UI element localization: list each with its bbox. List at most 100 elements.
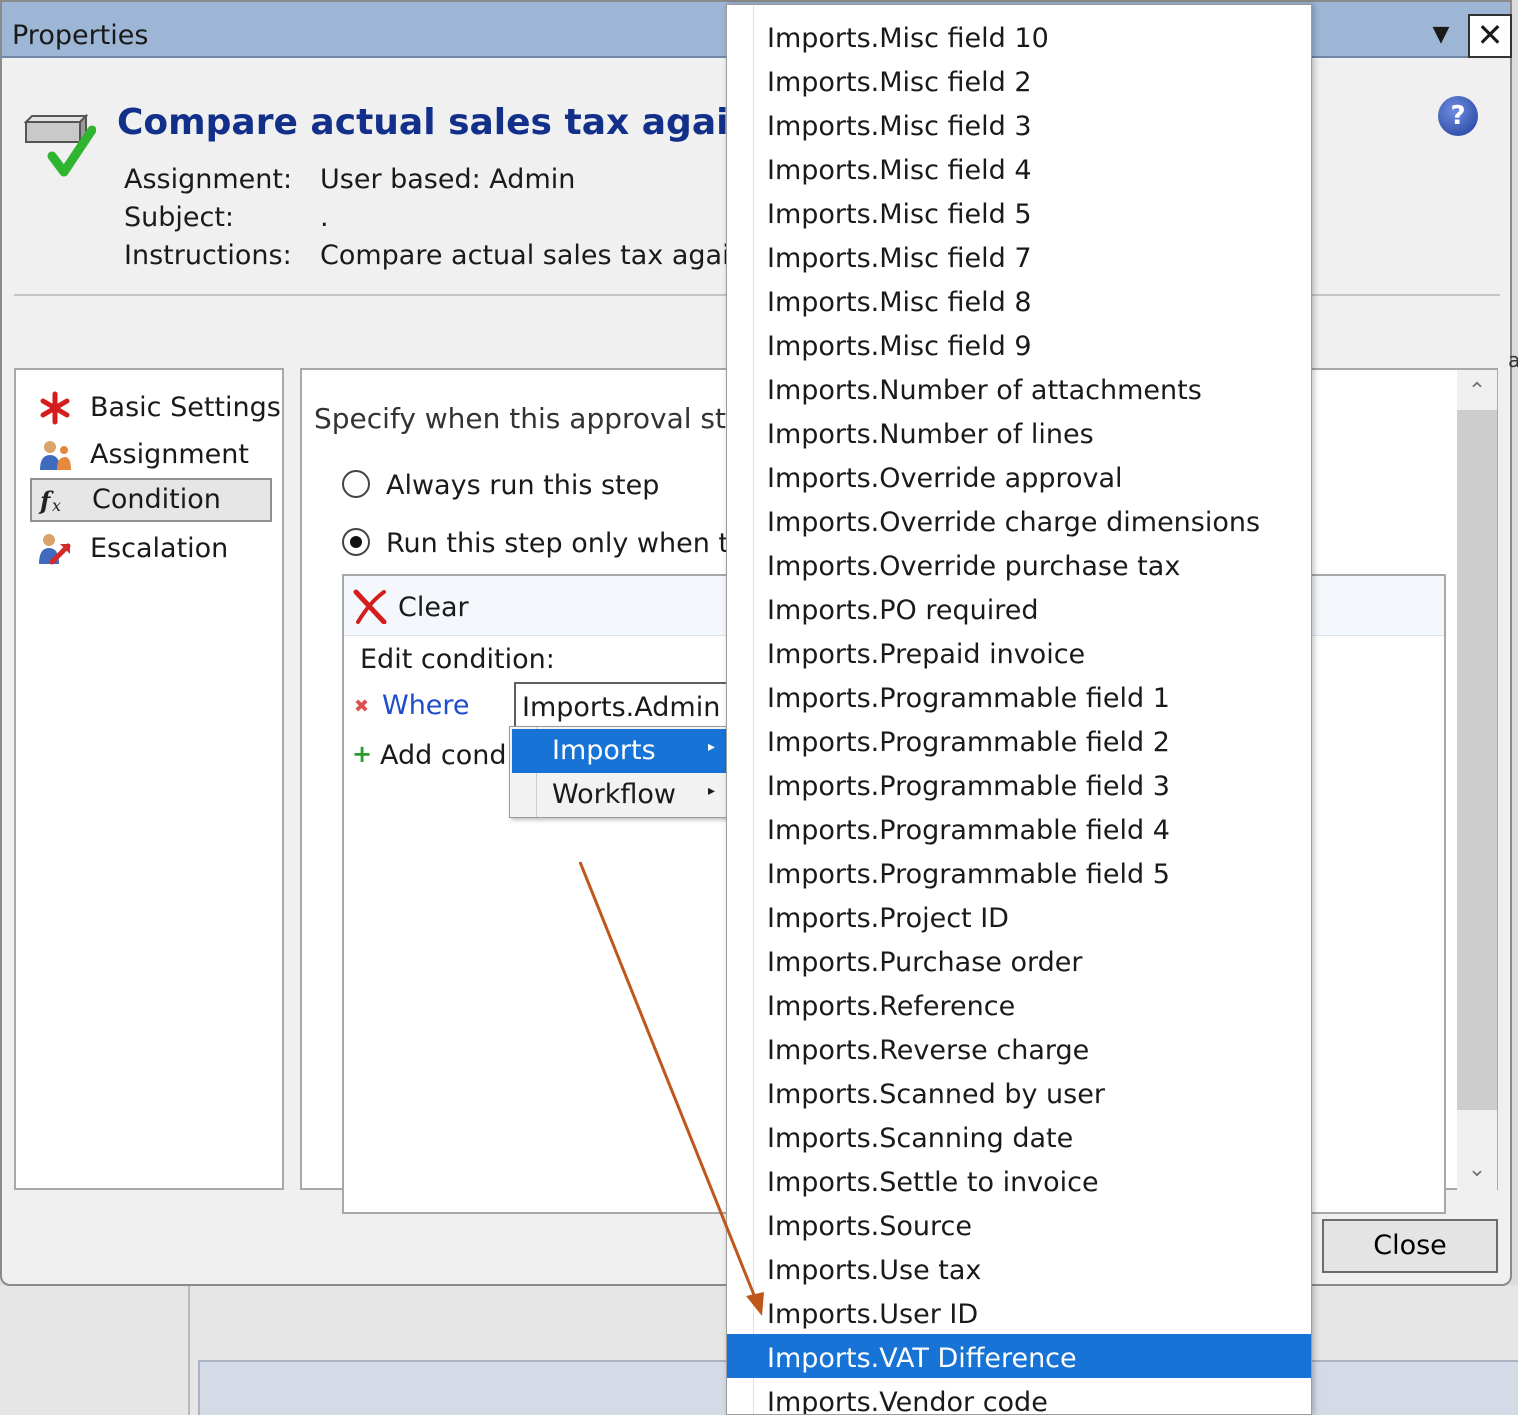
submenu-arrow-icon: ▸: [708, 783, 716, 799]
nav-label: Condition: [92, 484, 221, 515]
clear-icon[interactable]: [352, 588, 388, 624]
instructions-value: Compare actual sales tax against: [320, 240, 772, 271]
list-item-label: Imports.Misc field 3: [767, 111, 1032, 142]
list-item-label: Imports.Number of lines: [767, 419, 1094, 450]
add-condition-link[interactable]: Add condit: [380, 740, 525, 771]
list-item-label: Imports.User ID: [767, 1299, 979, 1330]
svg-text:x: x: [52, 496, 61, 515]
list-item[interactable]: Imports.Misc field 4: [727, 146, 1311, 190]
escalation-icon: [39, 534, 71, 565]
condition-field-value: Imports.Admin co: [522, 692, 761, 723]
nav-label: Basic Settings: [90, 392, 281, 423]
list-item[interactable]: Imports.Programmable field 2: [727, 718, 1311, 762]
list-item-label: Imports.Programmable field 2: [767, 727, 1170, 758]
list-item-label: Imports.Programmable field 1: [767, 683, 1170, 714]
run-only-when-radio[interactable]: [342, 528, 370, 556]
list-item[interactable]: Imports.Programmable field 4: [727, 806, 1311, 850]
list-item-label: Imports.Misc field 10: [767, 23, 1049, 54]
nav-label: Assignment: [90, 439, 249, 470]
list-item[interactable]: Imports.Number of attachments: [727, 366, 1311, 410]
edit-condition-label: Edit condition:: [360, 644, 555, 675]
background-divider: [188, 1285, 190, 1415]
scrollbar-thumb[interactable]: [1457, 410, 1497, 1110]
assignment-value: User based: Admin: [320, 164, 576, 195]
scroll-up-icon[interactable]: ⌃: [1457, 372, 1497, 412]
list-item-label: Imports.Reverse charge: [767, 1035, 1090, 1066]
list-item-label: Imports.Purchase order: [767, 947, 1083, 978]
list-item[interactable]: Imports.PO required: [727, 586, 1311, 630]
list-item-label: Imports.Misc field 9: [767, 331, 1032, 362]
list-item[interactable]: Imports.Misc field 3: [727, 102, 1311, 146]
red-asterisk-icon: [40, 391, 70, 425]
scroll-down-icon[interactable]: ⌄: [1457, 1150, 1497, 1190]
window-title: Properties: [12, 20, 149, 51]
list-item-label: Imports.Misc field 4: [767, 155, 1032, 186]
list-item[interactable]: Imports.Misc field 7: [727, 234, 1311, 278]
list-item-label: Imports.Prepaid invoice: [767, 639, 1086, 670]
list-item-label: Imports.Programmable field 3: [767, 771, 1170, 802]
list-item-label: Imports.Misc field 7: [767, 243, 1032, 274]
nav-item-assignment[interactable]: Assignment: [30, 433, 272, 477]
list-item[interactable]: Imports.Reverse charge: [727, 1026, 1311, 1070]
list-item-label: Imports.Misc field 2: [767, 67, 1032, 98]
list-item[interactable]: Imports.Override purchase tax: [727, 542, 1311, 586]
close-icon[interactable]: ✕: [1468, 14, 1512, 58]
condition-prompt: Specify when this approval step: [314, 402, 762, 435]
list-item-label: Imports.VAT Difference: [767, 1343, 1077, 1374]
subject-label: Subject:: [124, 202, 235, 233]
submenu-arrow-icon: ▸: [708, 739, 716, 755]
list-item[interactable]: Imports.Misc field 5: [727, 190, 1311, 234]
list-item[interactable]: Imports.Programmable field 3: [727, 762, 1311, 806]
menu-item-label: Workflow: [552, 779, 676, 810]
list-item[interactable]: Imports.Misc field 2: [727, 58, 1311, 102]
list-item[interactable]: Imports.VAT Difference: [727, 1334, 1311, 1378]
clear-button[interactable]: Clear: [398, 592, 469, 623]
close-button[interactable]: Close: [1322, 1219, 1498, 1273]
list-item[interactable]: Imports.User ID: [727, 1290, 1311, 1334]
settings-nav: Basic Settings Assignment f x Condition: [14, 368, 284, 1190]
list-item[interactable]: Imports.Programmable field 1: [727, 674, 1311, 718]
nav-item-condition[interactable]: f x Condition: [30, 478, 272, 522]
always-run-radio[interactable]: [342, 470, 370, 498]
list-item[interactable]: Imports.Project ID: [727, 894, 1311, 938]
subject-value: .: [320, 202, 329, 233]
field-category-menu: Imports ▸ Workflow ▸: [509, 726, 729, 818]
list-item[interactable]: Imports.Misc field 9: [727, 322, 1311, 366]
assignment-label: Assignment:: [124, 164, 293, 195]
list-item[interactable]: Imports.Override approval: [727, 454, 1311, 498]
list-item[interactable]: Imports.Override charge dimensions: [727, 498, 1311, 542]
always-run-label: Always run this step: [386, 470, 660, 501]
run-only-when-label: Run this step only when the: [386, 528, 763, 559]
list-item-label: Imports.Scanned by user: [767, 1079, 1105, 1110]
list-item[interactable]: Imports.Programmable field 5: [727, 850, 1311, 894]
list-item[interactable]: Imports.Misc field 8: [727, 278, 1311, 322]
list-item[interactable]: Imports.Scanned by user: [727, 1070, 1311, 1114]
list-item-label: Imports.Programmable field 4: [767, 815, 1170, 846]
list-item-label: Imports.Number of attachments: [767, 375, 1202, 406]
list-item-label: Imports.Source: [767, 1211, 972, 1242]
list-item[interactable]: Imports.Reference: [727, 982, 1311, 1026]
list-item[interactable]: Imports.Number of lines: [727, 410, 1311, 454]
list-item[interactable]: Imports.Settle to invoice: [727, 1158, 1311, 1202]
where-link[interactable]: Where: [382, 690, 470, 721]
imports-field-list: Imports.Misc field 10 Imports.Misc field …: [726, 4, 1312, 1415]
list-item-label: Imports.Use tax: [767, 1255, 982, 1286]
list-item[interactable]: Imports.Use tax: [727, 1246, 1311, 1290]
list-item[interactable]: Imports.Prepaid invoice: [727, 630, 1311, 674]
menu-item-workflow[interactable]: Workflow ▸: [512, 773, 728, 817]
list-item[interactable]: Imports.Misc field 10: [727, 14, 1311, 58]
nav-item-escalation[interactable]: Escalation: [30, 527, 272, 571]
list-item[interactable]: Imports.Vendor code: [727, 1378, 1311, 1414]
menu-item-label: Imports: [552, 735, 656, 766]
remove-condition-icon[interactable]: ✖: [354, 696, 369, 717]
list-item-label: Imports.Override purchase tax: [767, 551, 1181, 582]
list-item[interactable]: Imports.Source: [727, 1202, 1311, 1246]
list-item-label: Imports.Misc field 8: [767, 287, 1032, 318]
chevron-down-icon[interactable]: ▼: [1416, 12, 1466, 58]
list-item[interactable]: Imports.Scanning date: [727, 1114, 1311, 1158]
nav-item-basic-settings[interactable]: Basic Settings: [30, 386, 281, 430]
list-item[interactable]: Imports.Purchase order: [727, 938, 1311, 982]
help-icon[interactable]: ?: [1438, 96, 1478, 136]
add-icon[interactable]: +: [352, 740, 372, 768]
menu-item-imports[interactable]: Imports ▸: [512, 729, 728, 773]
